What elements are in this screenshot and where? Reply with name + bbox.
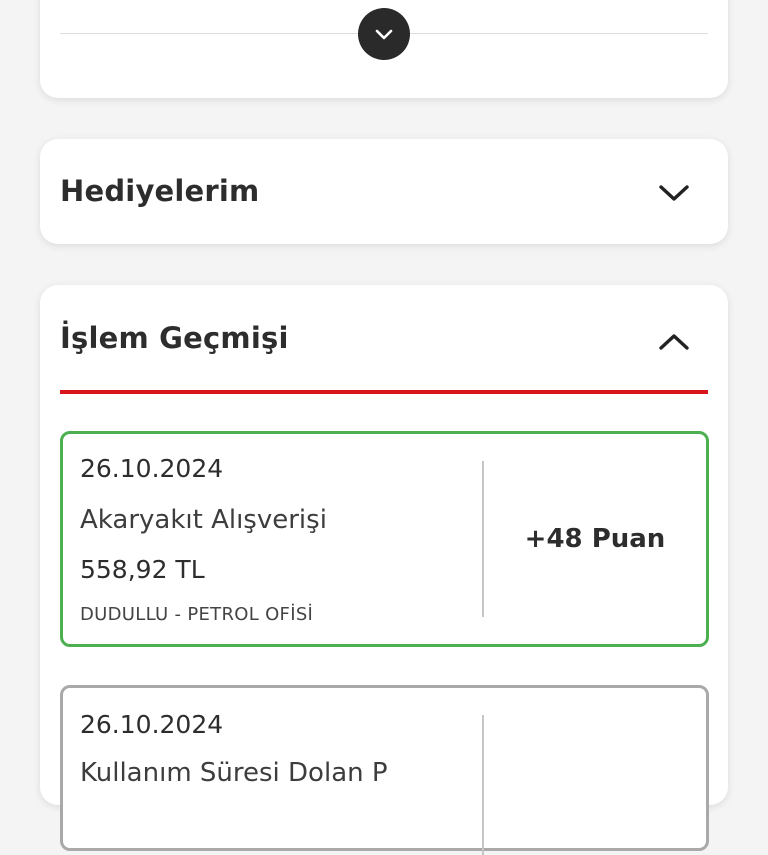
vertical-divider — [482, 715, 484, 855]
transaction-location: DUDULLU - PETROL OFİSİ — [80, 604, 314, 625]
summary-card: p — [40, 0, 728, 98]
transaction-description: Akaryakıt Alışverişi — [80, 505, 327, 535]
history-toggle-button[interactable] — [654, 321, 694, 361]
transaction-item[interactable]: 26.10.2024 Kullanım Süresi Dolan P — [60, 685, 709, 855]
history-title: İşlem Geçmişi — [60, 321, 289, 355]
gifts-toggle-button[interactable] — [654, 173, 694, 213]
chevron-up-icon — [659, 334, 689, 350]
transaction-history-card: İşlem Geçmişi 26.10.2024 Akaryakıt Alışv… — [40, 285, 728, 855]
expand-button[interactable] — [358, 8, 410, 60]
transaction-date: 26.10.2024 — [80, 710, 224, 739]
gifts-card[interactable]: Hediyelerim — [40, 139, 728, 244]
transaction-description: Kullanım Süresi Dolan P — [80, 758, 388, 788]
transaction-date: 26.10.2024 — [80, 454, 224, 483]
transaction-points: +48 Puan — [524, 524, 666, 554]
transaction-amount: 558,92 TL — [80, 555, 205, 584]
section-underline — [60, 390, 708, 394]
chevron-down-icon — [659, 185, 689, 201]
gifts-title: Hediyelerim — [60, 174, 260, 208]
chevron-down-icon — [375, 29, 393, 40]
transaction-item[interactable]: 26.10.2024 Akaryakıt Alışverişi 558,92 T… — [60, 431, 709, 647]
